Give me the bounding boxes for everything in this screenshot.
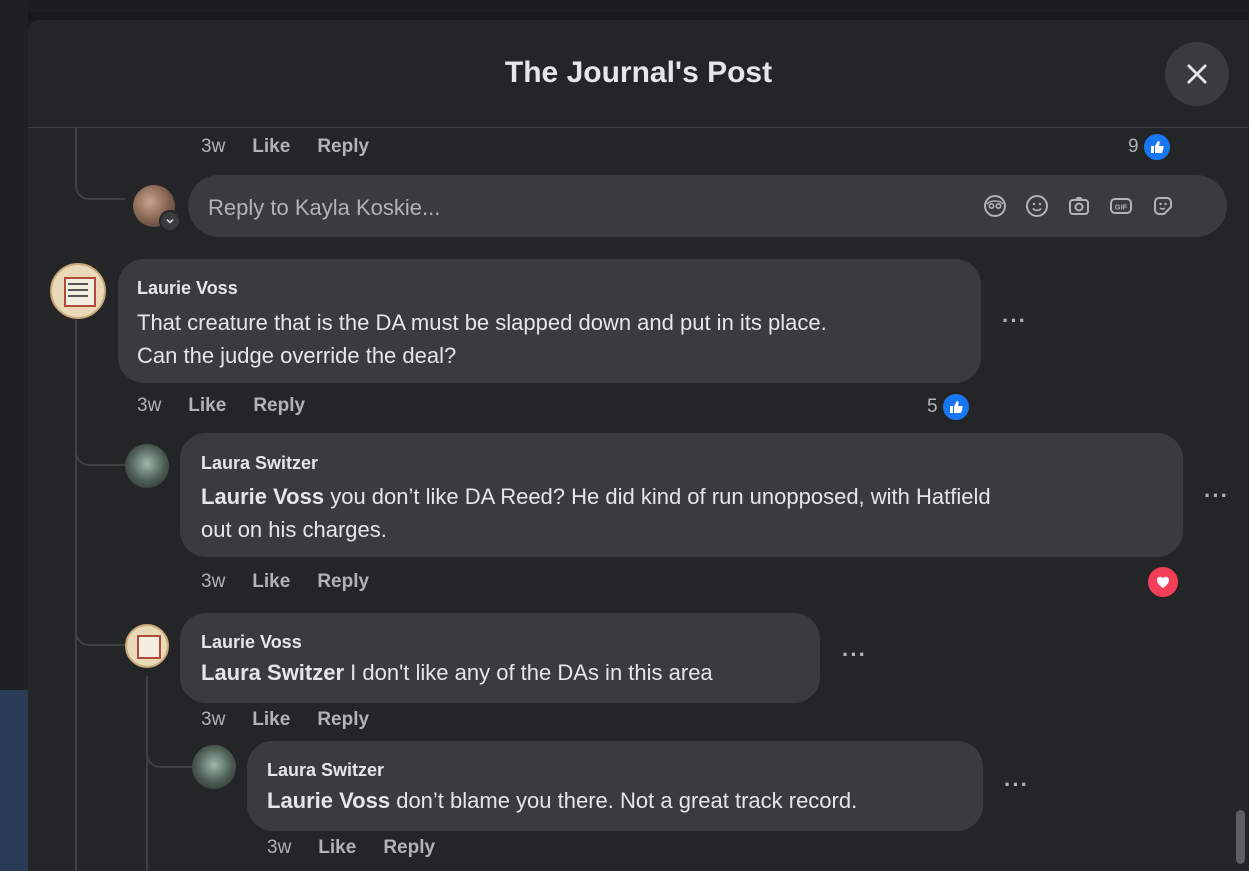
comment-text: Laurie Voss don’t blame you there. Not a…	[267, 784, 857, 817]
reaction-count-value: 5	[927, 396, 938, 417]
sticker-icon[interactable]	[1151, 194, 1175, 218]
comment-author[interactable]: Laura Switzer	[201, 453, 318, 474]
thread-curve-reply-2	[75, 620, 125, 646]
comment-actions: 3w Like Reply	[137, 395, 332, 417]
svg-text:GIF: GIF	[1115, 203, 1128, 212]
background-left-edge	[0, 0, 28, 871]
like-reaction-icon	[940, 392, 971, 422]
reply-input-placeholder: Reply to Kayla Koskie...	[208, 195, 441, 220]
reply-input-tools: GIF	[983, 194, 1175, 218]
emoji-icon[interactable]	[1025, 194, 1049, 218]
thread-curve-reply-box	[75, 170, 125, 200]
love-reaction-icon	[1146, 565, 1180, 599]
avatar[interactable]	[125, 444, 169, 488]
thread-line-nested	[146, 676, 148, 871]
like-reaction-icon	[1141, 132, 1172, 162]
comment-text-line: I don't like any of the DAs in this area	[344, 660, 713, 685]
comment-time: 3w	[137, 395, 162, 416]
thread-line-main	[75, 320, 77, 871]
reply-link[interactable]: Reply	[317, 136, 369, 158]
more-options-button[interactable]: ···	[1002, 308, 1027, 334]
close-button[interactable]	[1165, 42, 1229, 106]
like-link[interactable]: Like	[252, 571, 290, 593]
comment-text-line: out on his charges.	[201, 517, 387, 542]
comment-actions-top: 3w Like Reply	[201, 136, 396, 158]
reaction-count[interactable]: 9	[1128, 132, 1172, 162]
like-link[interactable]: Like	[318, 837, 356, 859]
comment-text-line: That creature that is the DA must be sla…	[137, 310, 827, 335]
comment-author[interactable]: Laurie Voss	[201, 632, 302, 653]
comment-actions: 3w Like Reply	[201, 709, 396, 731]
comment-author[interactable]: Laurie Voss	[137, 278, 238, 299]
thread-curve-reply-3	[146, 742, 194, 768]
more-options-button[interactable]: ···	[1204, 483, 1229, 509]
reply-link[interactable]: Reply	[383, 837, 435, 859]
avatar[interactable]	[192, 745, 236, 789]
comment-text-line: don’t blame you there. Not a great track…	[390, 788, 858, 813]
mention-link[interactable]: Laura Switzer	[201, 660, 344, 685]
comment-text: Laura Switzer I don't like any of the DA…	[201, 656, 713, 689]
post-modal: The Journal's Post 3w Like Reply 9 Reply…	[28, 20, 1249, 871]
more-options-button[interactable]: ···	[1004, 772, 1029, 798]
mention-link[interactable]: Laurie Voss	[267, 788, 390, 813]
avatar-sticker-icon[interactable]	[983, 194, 1007, 218]
camera-icon[interactable]	[1067, 194, 1091, 218]
like-link[interactable]: Like	[252, 136, 290, 158]
avatar[interactable]	[50, 263, 106, 319]
scrollbar-thumb[interactable]	[1236, 810, 1245, 864]
comment-author[interactable]: Laura Switzer	[267, 760, 384, 781]
close-icon	[1187, 64, 1207, 84]
modal-title: The Journal's Post	[504, 56, 773, 89]
background-image-fragment	[0, 690, 28, 871]
reply-link[interactable]: Reply	[317, 709, 369, 731]
reaction-count-value: 9	[1128, 136, 1139, 157]
mention-link[interactable]: Laurie Voss	[201, 484, 324, 509]
more-options-button[interactable]: ···	[842, 642, 867, 668]
avatar-dropdown-icon[interactable]	[159, 210, 181, 232]
modal-header: The Journal's Post	[28, 20, 1249, 128]
thread-curve-reply-1	[75, 440, 125, 466]
avatar[interactable]	[125, 624, 169, 668]
comment-time: 3w	[201, 136, 226, 157]
comment-text: Laurie Voss you don’t like DA Reed? He d…	[201, 480, 991, 546]
reaction-count[interactable]: 5	[927, 392, 971, 422]
comment-time: 3w	[201, 709, 226, 730]
background-top-bar	[0, 0, 1249, 12]
comment-time: 3w	[201, 571, 226, 592]
comment-time: 3w	[267, 837, 292, 858]
comment-text-line: Can the judge override the deal?	[137, 343, 457, 368]
reaction-count[interactable]	[1146, 565, 1180, 599]
reply-input[interactable]: Reply to Kayla Koskie... GIF	[188, 175, 1227, 237]
comment-actions: 3w Like Reply	[201, 571, 396, 593]
like-link[interactable]: Like	[188, 395, 226, 417]
comment-text-line: you don’t like DA Reed? He did kind of r…	[324, 484, 991, 509]
reply-link[interactable]: Reply	[253, 395, 305, 417]
comment-actions: 3w Like Reply	[267, 837, 462, 859]
gif-icon[interactable]: GIF	[1109, 194, 1133, 218]
comment-text: That creature that is the DA must be sla…	[137, 306, 827, 372]
like-link[interactable]: Like	[252, 709, 290, 731]
reply-link[interactable]: Reply	[317, 571, 369, 593]
